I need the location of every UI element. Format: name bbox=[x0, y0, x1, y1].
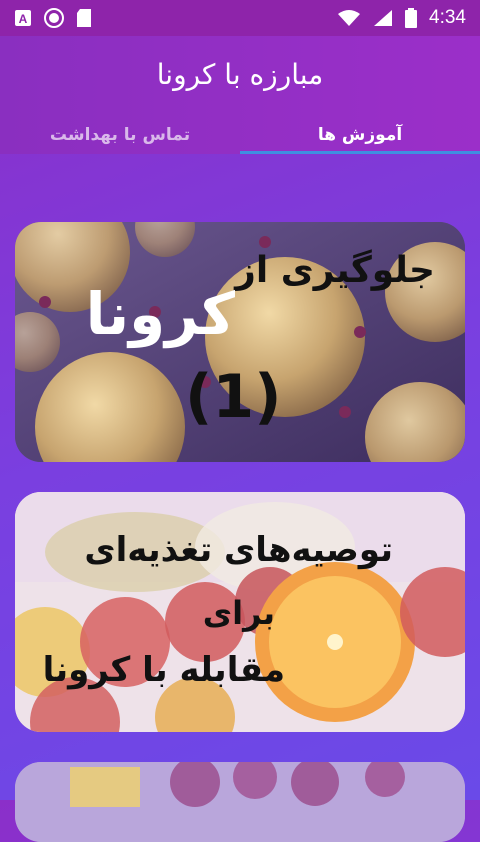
sd-card-icon bbox=[76, 8, 92, 28]
status-right: 4:34 bbox=[337, 7, 466, 29]
app-bar: مبارزه با کرونا آموزش ها تماس با بهداشت bbox=[0, 36, 480, 154]
signal-icon bbox=[373, 9, 393, 27]
tab-tutorials[interactable]: آموزش ها bbox=[240, 116, 480, 154]
status-left: A bbox=[14, 8, 92, 28]
svg-text:A: A bbox=[19, 12, 28, 26]
card-1-line-3: (1) bbox=[185, 362, 282, 432]
record-icon bbox=[44, 8, 64, 28]
app-title: مبارزه با کرونا bbox=[156, 58, 324, 91]
battery-icon bbox=[405, 8, 418, 28]
card-nutrition[interactable]: توصیه‌های تغذیه‌ای برای مقابله با کرونا bbox=[15, 492, 465, 732]
card-prevention[interactable]: جلوگیری از کرونا (1) bbox=[15, 222, 465, 462]
tab-bar: آموزش ها تماس با بهداشت bbox=[0, 116, 480, 154]
card-food[interactable] bbox=[15, 762, 465, 842]
status-bar: A 4:34 bbox=[0, 0, 480, 36]
tab-contact-health[interactable]: تماس با بهداشت bbox=[0, 116, 240, 154]
card-2-line-1: توصیه‌های تغذیه‌ای bbox=[84, 530, 393, 570]
card-1-line-1: جلوگیری از bbox=[235, 250, 435, 291]
food-image bbox=[15, 762, 465, 842]
wifi-icon bbox=[337, 9, 361, 27]
card-2-line-2: برای bbox=[202, 594, 275, 632]
card-2-line-3: مقابله با کرونا bbox=[42, 650, 285, 690]
status-time: 4:34 bbox=[429, 7, 466, 28]
accessibility-icon: A bbox=[14, 9, 32, 27]
card-1-line-2: کرونا bbox=[85, 280, 235, 348]
